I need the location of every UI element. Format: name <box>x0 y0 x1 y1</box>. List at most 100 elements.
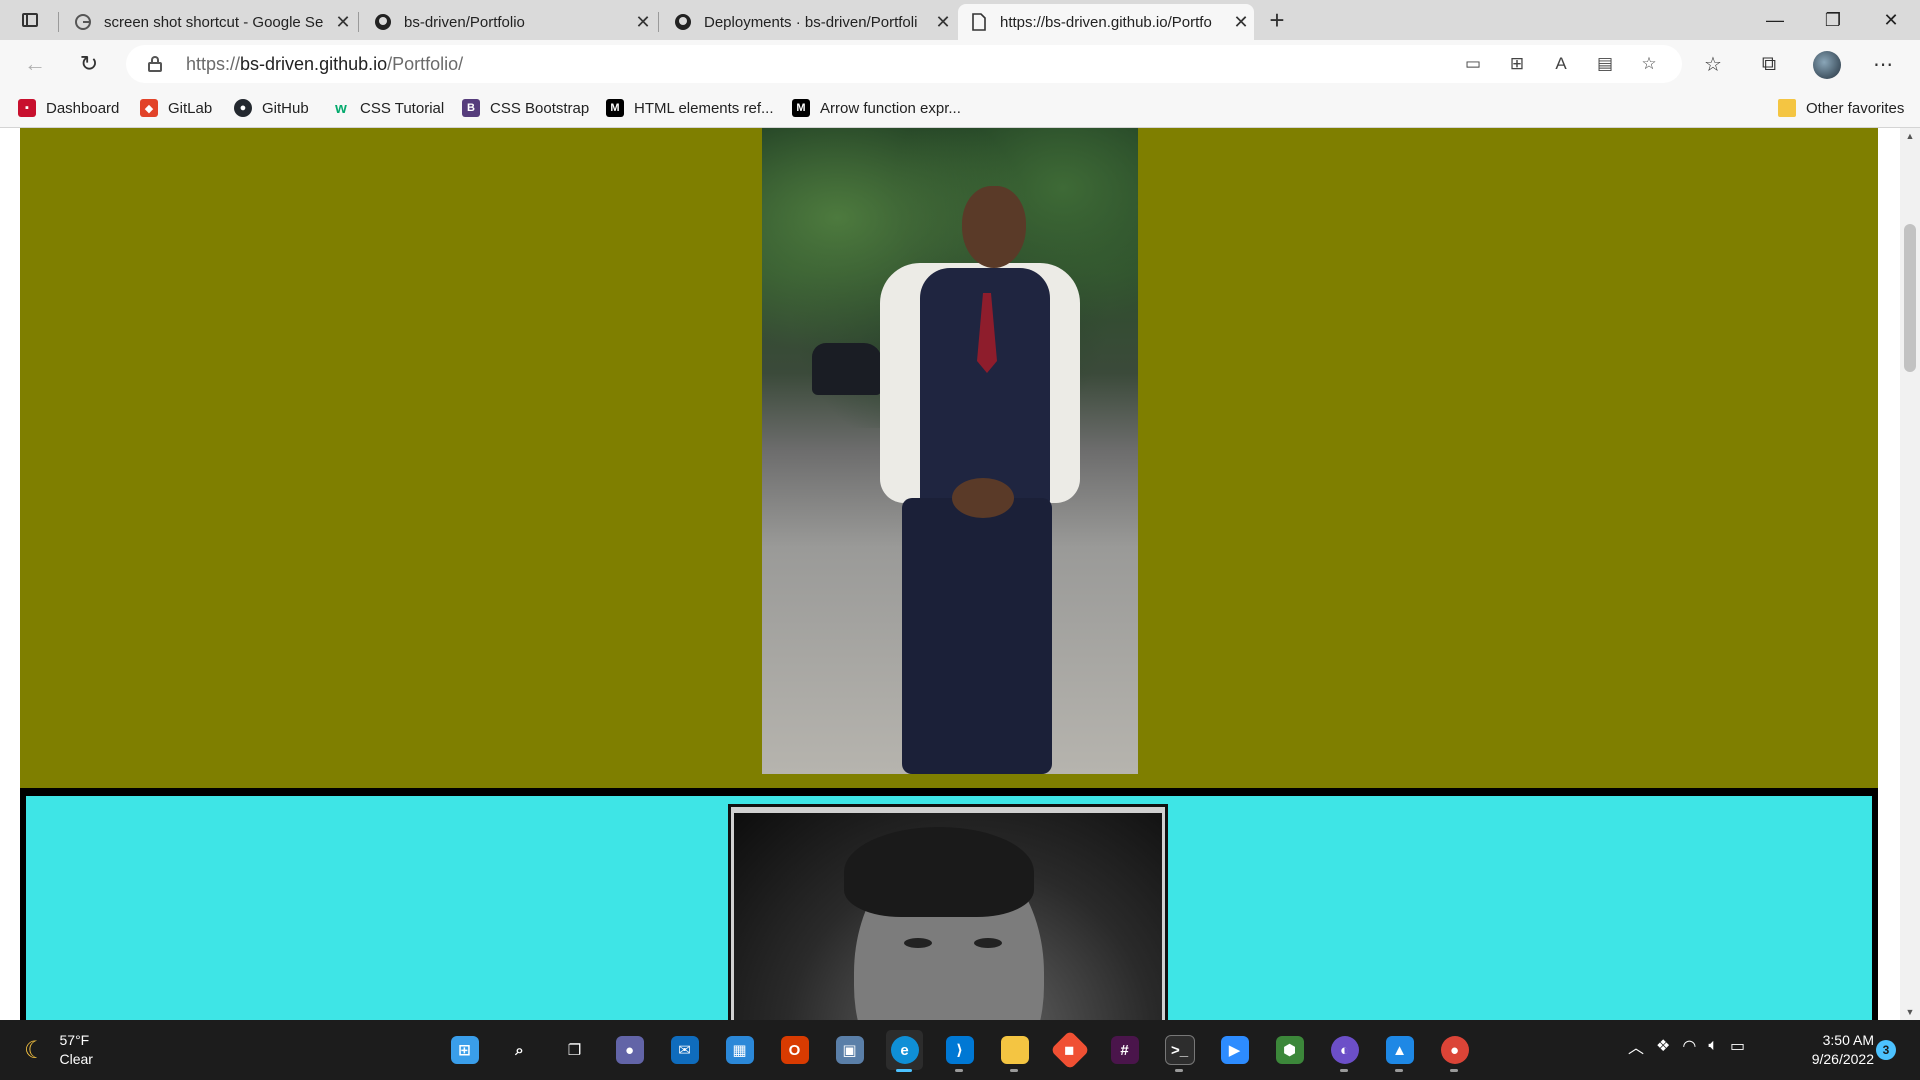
favorite-html-elements[interactable]: M HTML elements ref... <box>606 96 773 120</box>
teams-icon: ● <box>615 1036 644 1064</box>
node-button[interactable]: ⬢ <box>1271 1030 1308 1070</box>
store-button[interactable]: ▦ <box>721 1030 758 1070</box>
mdn-icon: M <box>792 99 810 117</box>
vscode-icon: ⟩ <box>945 1036 974 1064</box>
tab-portfolio-site[interactable]: https://bs-driven.github.io/Portfo ✕ <box>958 4 1254 40</box>
git-button[interactable]: ◆ <box>1049 1030 1090 1070</box>
arrow-left-icon: ← <box>24 51 46 76</box>
scroll-down-icon[interactable]: ▼ <box>1900 1004 1920 1020</box>
read-aloud-icon[interactable]: A <box>1546 52 1576 76</box>
tab-separator <box>58 12 59 32</box>
favorite-label: Arrow function expr... <box>820 99 961 117</box>
weather-widget[interactable]: ☾ 57°F Clear <box>24 1028 93 1072</box>
refresh-button[interactable]: ↻ <box>72 48 106 80</box>
running-indicator <box>1010 1069 1018 1072</box>
tab-deployments[interactable]: Deployments · bs-driven/Portfoli ✕ <box>662 4 956 40</box>
new-tab-button[interactable]: + <box>1262 6 1292 36</box>
search-icon: ⌕ <box>515 1041 524 1059</box>
tab-title: Deployments · bs-driven/Portfoli <box>704 13 918 31</box>
favorite-css-bootstrap[interactable]: B CSS Bootstrap <box>462 96 589 120</box>
other-favorites[interactable]: Other favorites <box>1778 96 1904 120</box>
immersive-reader-icon[interactable]: ▤ <box>1590 52 1620 76</box>
edge-button[interactable]: e <box>886 1030 923 1072</box>
dropbox-icon[interactable]: ❖ <box>1656 1036 1670 1056</box>
url-host: bs-driven.github.io <box>240 54 388 74</box>
address-bar[interactable]: https://bs-driven.github.io/Portfolio/ ▭… <box>126 45 1682 83</box>
url-text[interactable]: https://bs-driven.github.io/Portfolio/ <box>186 54 463 75</box>
person-legs <box>902 498 1052 774</box>
notification-badge[interactable]: 3 <box>1876 1040 1896 1060</box>
headshot-inner <box>734 813 1162 1020</box>
office-button[interactable]: O <box>776 1030 813 1070</box>
folder-icon <box>1778 99 1796 117</box>
volume-icon[interactable]: 🔈︎ <box>1708 1037 1718 1055</box>
favorite-label: HTML elements ref... <box>634 99 774 117</box>
minimize-button[interactable]: — <box>1746 0 1804 40</box>
url-scheme: https:// <box>186 54 241 74</box>
battery-icon[interactable]: ▭ <box>1730 1036 1745 1056</box>
zoom-button[interactable]: ▶ <box>1216 1030 1253 1070</box>
slack-button[interactable]: # <box>1106 1030 1143 1070</box>
tab-close-button[interactable]: ✕ <box>330 12 356 33</box>
running-indicator <box>1395 1069 1403 1072</box>
start-button[interactable]: ⊞ <box>446 1030 483 1070</box>
weather-temp: 57°F <box>59 1032 90 1048</box>
slack-icon: # <box>1110 1036 1139 1064</box>
scrollbar-thumb[interactable] <box>1904 224 1916 372</box>
vscode-button[interactable]: ⟩ <box>941 1030 978 1072</box>
photo-person <box>762 128 1138 774</box>
more-menu-icon[interactable]: ⋯ <box>1866 50 1900 78</box>
search-button[interactable]: ⌕ <box>501 1030 538 1070</box>
restore-button[interactable]: ❐ <box>1804 0 1862 40</box>
scroll-up-icon[interactable]: ▲ <box>1900 128 1920 144</box>
eclipse-button[interactable]: ◐ <box>1326 1030 1363 1072</box>
system-clock[interactable]: 3:50 AM 9/26/2022 <box>1790 1031 1874 1069</box>
page-scrollbar[interactable]: ▲ ▼ <box>1900 128 1920 1020</box>
tab-google-search[interactable]: screen shot shortcut - Google Se ✕ <box>62 4 356 40</box>
tab-close-button[interactable]: ✕ <box>630 12 656 33</box>
w3schools-icon: w <box>335 99 347 117</box>
file-explorer-button[interactable] <box>996 1030 1033 1072</box>
favorite-css-tutorial[interactable]: w CSS Tutorial <box>332 96 444 120</box>
network-app-button[interactable]: ▣ <box>831 1030 868 1070</box>
page-viewport <box>0 128 1900 1020</box>
windows-icon: ⊞ <box>450 1036 479 1064</box>
teams-chat-button[interactable]: ● <box>611 1030 648 1070</box>
favorite-dashboard[interactable]: ▪ Dashboard <box>18 96 119 120</box>
tab-close-button[interactable]: ✕ <box>930 12 956 33</box>
running-indicator <box>955 1069 963 1072</box>
collections-icon[interactable]: ⧉ <box>1752 50 1786 78</box>
device-icon[interactable]: ▭ <box>1458 52 1488 76</box>
favorites-icon[interactable]: ☆ <box>1696 50 1730 78</box>
favorite-label: CSS Tutorial <box>360 99 445 117</box>
add-favorite-icon[interactable]: ☆ <box>1634 52 1664 76</box>
bootstrap-icon: B <box>462 99 480 117</box>
clock-time: 3:50 AM <box>1822 1032 1874 1048</box>
github-icon <box>374 13 392 31</box>
mail-button[interactable]: ✉ <box>666 1030 703 1070</box>
photos-button[interactable]: ▲ <box>1381 1030 1418 1072</box>
tab-title: screen shot shortcut - Google Se <box>104 13 324 31</box>
edge-icon: e <box>890 1036 919 1064</box>
chevron-up-icon[interactable]: ︿ <box>1628 1034 1644 1058</box>
favorite-gitlab[interactable]: ◆ GitLab <box>140 96 212 120</box>
favorite-github[interactable]: ● GitHub <box>234 96 309 120</box>
lock-icon <box>148 56 162 72</box>
browser-toolbar: ← ↻ https://bs-driven.github.io/Portfoli… <box>0 40 1920 88</box>
apps-icon[interactable]: ⊞ <box>1502 52 1532 76</box>
terminal-button[interactable]: >_ <box>1161 1030 1198 1072</box>
photos-icon: ▲ <box>1385 1036 1414 1064</box>
tab-github-portfolio[interactable]: bs-driven/Portfolio ✕ <box>362 4 656 40</box>
chrome-button[interactable]: ● <box>1436 1030 1473 1072</box>
tab-close-button[interactable]: ✕ <box>1228 12 1254 33</box>
github-icon <box>674 13 692 31</box>
favorite-arrow-function[interactable]: M Arrow function expr... <box>792 96 961 120</box>
wifi-icon[interactable]: ◠ <box>1682 1036 1696 1056</box>
close-window-button[interactable]: ✕ <box>1862 0 1920 40</box>
task-view-button[interactable]: ❐ <box>556 1030 593 1070</box>
tab-actions-button[interactable] <box>14 8 46 32</box>
avatar[interactable] <box>1813 51 1841 79</box>
favorite-label: GitHub <box>262 99 309 117</box>
back-button[interactable]: ← <box>18 48 52 80</box>
terminal-icon: >_ <box>1164 1035 1195 1065</box>
